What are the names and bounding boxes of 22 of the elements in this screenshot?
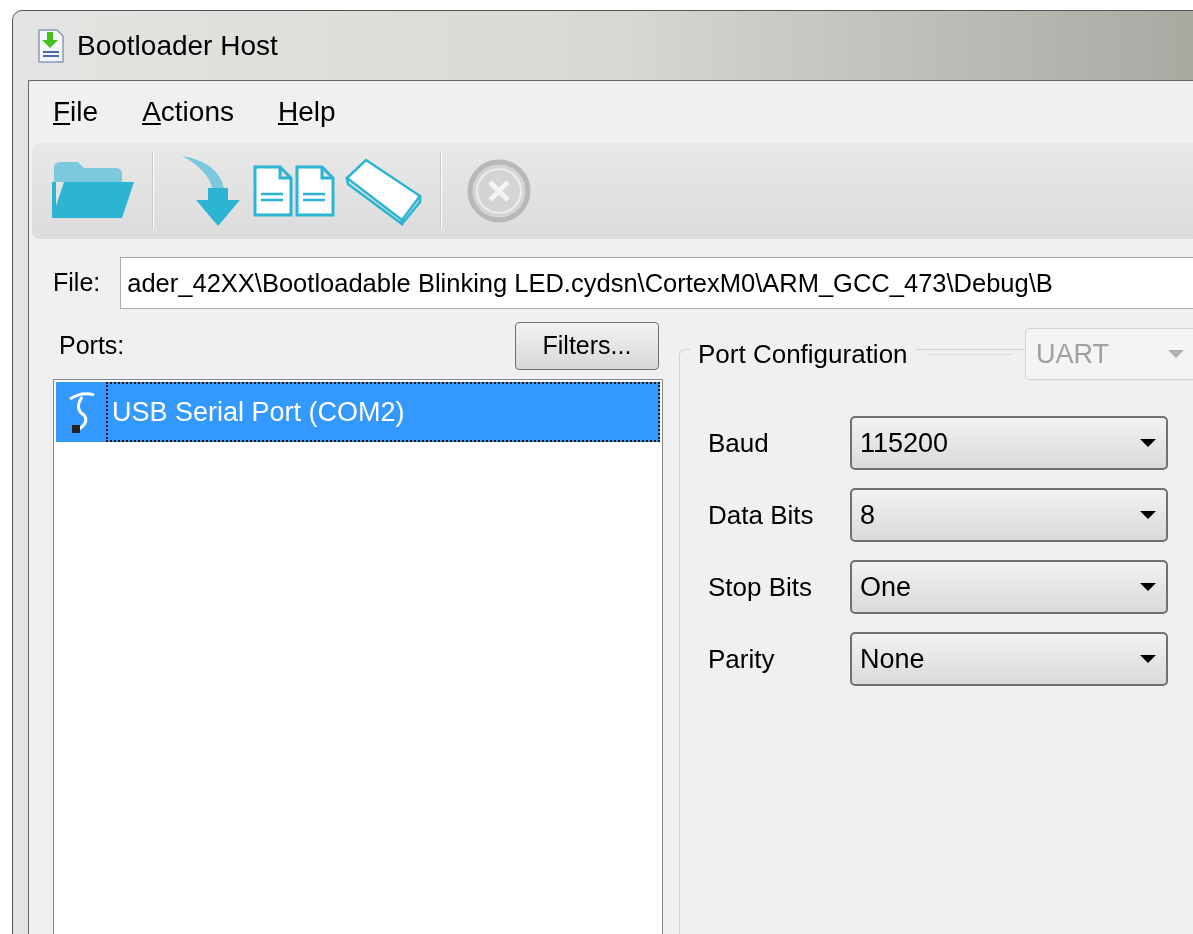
dropdown[interactable]: 115200 bbox=[850, 416, 1168, 470]
filters-button[interactable]: Filters... bbox=[515, 322, 659, 370]
menu-item[interactable]: Actions bbox=[142, 91, 234, 133]
dropdown[interactable]: One bbox=[850, 560, 1168, 614]
dropdown[interactable]: 8 bbox=[850, 488, 1168, 542]
dropdown[interactable]: None bbox=[850, 632, 1168, 686]
caret-icon bbox=[1138, 509, 1158, 521]
window-title: Bootloader Host bbox=[77, 28, 278, 63]
field-label: Baud bbox=[708, 426, 770, 460]
field-label: Stop Bits bbox=[708, 570, 814, 604]
caret-icon bbox=[1166, 348, 1186, 360]
app-icon bbox=[37, 27, 65, 64]
ports-label: Ports: bbox=[58, 330, 125, 362]
menu-item[interactable]: Help bbox=[277, 91, 336, 133]
field-label: Data Bits bbox=[708, 498, 815, 532]
field-label: Parity bbox=[708, 642, 776, 676]
menu-item[interactable]: File bbox=[53, 91, 99, 133]
file-label: File: bbox=[53, 267, 101, 299]
caret-icon bbox=[1138, 437, 1158, 449]
caret-icon bbox=[1138, 581, 1158, 593]
caret-icon bbox=[1138, 653, 1158, 665]
file-path-field[interactable]: ader_42XX\Bootloadable Blinking LED.cydsn\CortexM0\ARM_GCC_473\Debug\B bbox=[120, 257, 1193, 309]
